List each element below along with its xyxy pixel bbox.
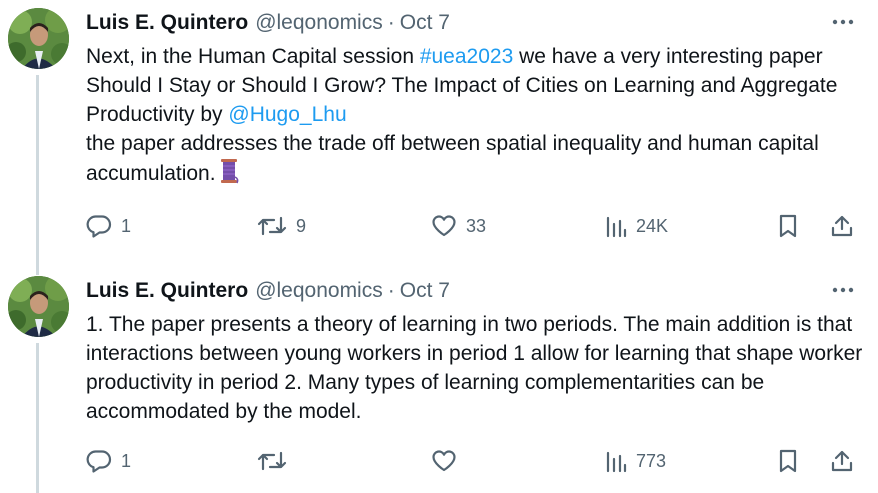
reply-icon [86,215,112,238]
reply-count: 1 [121,215,132,236]
hashtag-link[interactable]: #uea2023 [420,45,513,68]
like-count: 33 [466,215,487,236]
author-name[interactable]: Luis E. Quintero [86,279,248,303]
tweet[interactable]: Luis E. Quintero @leqonomics · Oct 7 1. … [0,268,878,493]
views-count: 24K [636,215,669,236]
tweet-actions: 1 9 33 24K [0,209,878,243]
text-segment: the paper addresses the trade off betwee… [86,132,819,185]
avatar[interactable] [8,8,69,69]
heart-icon [432,215,456,237]
tweet-header: Luis E. Quintero @leqonomics · Oct 7 [86,10,450,36]
like-button[interactable]: 33 [431,209,486,243]
mention-link[interactable]: @Hugo_Lhu [228,103,346,126]
avatar[interactable] [8,276,69,337]
bookmark-button[interactable] [777,444,799,478]
analytics-icon [606,216,627,238]
share-icon [831,450,853,472]
text-segment: Next, in the Human Capital session [86,45,420,68]
tweet-date[interactable]: Oct 7 [400,11,450,35]
bookmark-icon [779,449,797,473]
reply-count: 1 [121,450,132,471]
analytics-icon [606,451,627,473]
more-options-button[interactable] [830,12,856,32]
tweet-date[interactable]: Oct 7 [400,279,450,303]
share-button[interactable] [830,209,854,243]
share-icon [831,215,853,237]
reply-icon [86,450,112,473]
more-options-button[interactable] [830,280,856,300]
bookmark-button[interactable] [777,209,799,243]
bookmark-icon [779,214,797,238]
separator: · [387,11,395,34]
heart-icon [432,450,456,472]
share-button[interactable] [830,444,854,478]
more-horizontal-icon [832,19,854,25]
repost-button[interactable] [257,444,296,478]
views-count: 773 [636,450,667,471]
author-handle[interactable]: @leqonomics [255,11,383,35]
repost-button[interactable]: 9 [257,209,306,243]
reply-button[interactable]: 1 [86,209,131,243]
text-segment: 1. The paper presents a theory of learni… [86,313,863,423]
tweet-actions: 1 773 [0,444,878,478]
repost-icon [257,451,287,471]
reply-button[interactable]: 1 [86,444,131,478]
separator: · [387,279,395,302]
thread-spool-emoji [218,158,240,192]
views-button[interactable]: 24K [605,209,668,243]
thread-line [36,75,39,275]
author-name[interactable]: Luis E. Quintero [86,11,248,35]
tweet[interactable]: Luis E. Quintero @leqonomics · Oct 7 Nex… [0,0,878,275]
more-horizontal-icon [832,287,854,293]
author-handle[interactable]: @leqonomics [255,279,383,303]
tweet-header: Luis E. Quintero @leqonomics · Oct 7 [86,278,450,304]
views-button[interactable]: 773 [605,444,666,478]
like-button[interactable] [431,444,466,478]
repost-icon [257,216,287,236]
tweet-text: 1. The paper presents a theory of learni… [86,310,866,426]
tweet-text: Next, in the Human Capital session #uea2… [86,42,866,192]
repost-count: 9 [296,215,307,236]
